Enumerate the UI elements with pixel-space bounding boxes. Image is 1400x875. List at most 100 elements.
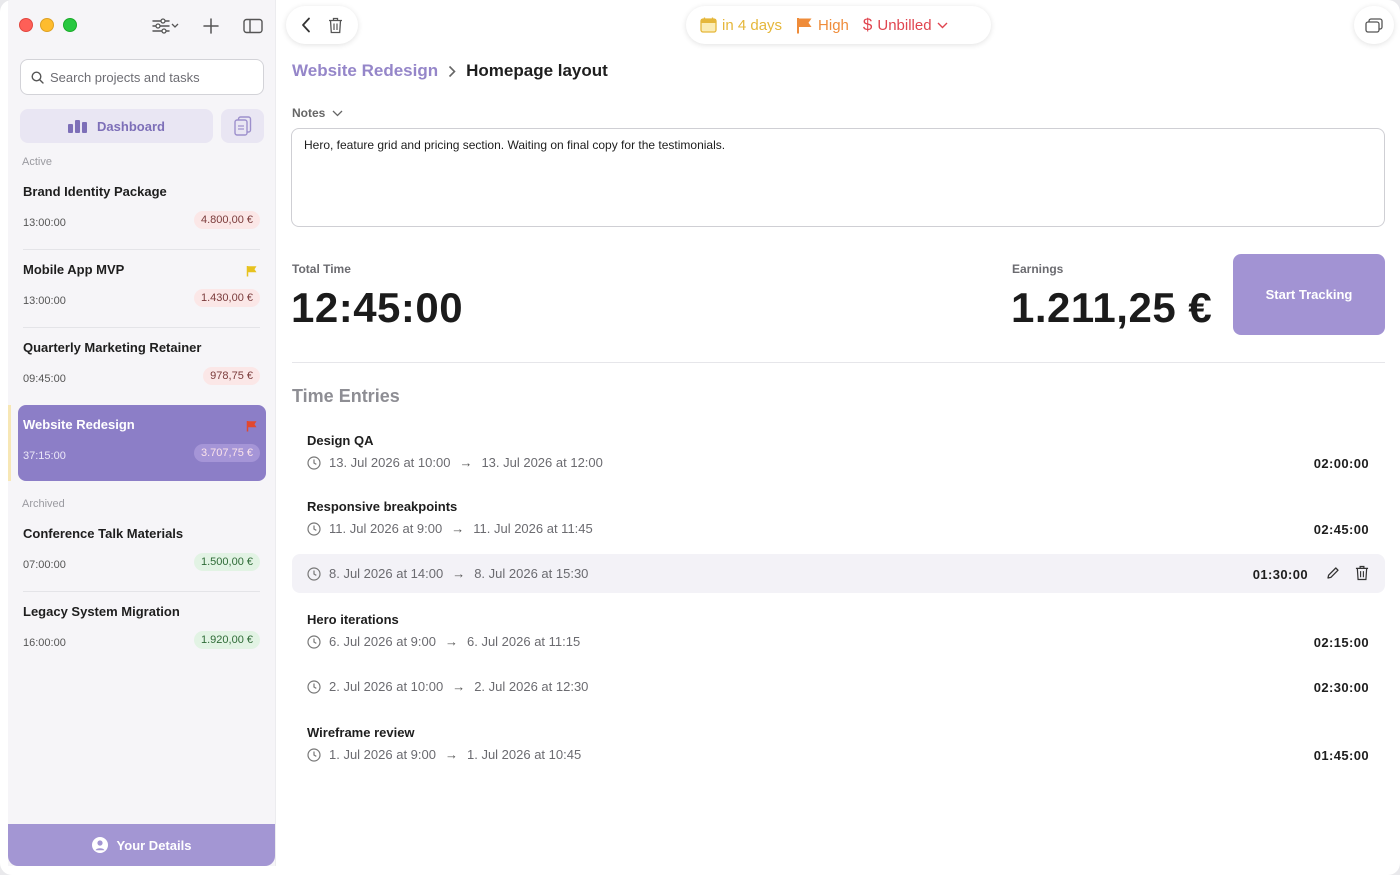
- project-item[interactable]: Conference Talk Materials 07:00:00 1.500…: [18, 514, 266, 592]
- due-date-label: in 4 days: [722, 16, 783, 34]
- time-entry[interactable]: Design QA 13. Jul 2026 at 10:00 → 13. Ju…: [292, 425, 1385, 475]
- billing-status-dropdown[interactable]: $ Unbilled: [863, 15, 948, 35]
- notes-toggle[interactable]: Notes: [292, 106, 343, 120]
- main-content: in 4 days High $ Unbilled Website Redesi…: [276, 0, 1400, 875]
- divider: [292, 362, 1385, 363]
- trash-icon: [329, 17, 343, 33]
- time-entry[interactable]: Wireframe review 1. Jul 2026 at 9:00 → 1…: [292, 717, 1385, 767]
- time-entry[interactable]: Responsive breakpoints 11. Jul 2026 at 9…: [292, 491, 1385, 541]
- edit-entry-button[interactable]: [1326, 566, 1340, 585]
- project-item[interactable]: Legacy System Migration 16:00:00 1.920,0…: [18, 592, 266, 668]
- time-entry[interactable]: Hero iterations 6. Jul 2026 at 9:00 → 6.…: [292, 604, 1385, 654]
- clipboard-icon: [233, 116, 251, 136]
- clock-icon: [307, 521, 321, 536]
- back-button[interactable]: [301, 17, 311, 33]
- clock-icon: [307, 566, 321, 581]
- project-item[interactable]: Mobile App MVP 13:00:00 1.430,00 €: [18, 250, 266, 328]
- project-amount-badge: 3.707,75 €: [194, 444, 260, 462]
- entry-range: 6. Jul 2026 at 9:00 → 6. Jul 2026 at 11:…: [307, 634, 580, 649]
- window-close-button[interactable]: [19, 18, 33, 32]
- entry-range: 2. Jul 2026 at 10:00 → 2. Jul 2026 at 12…: [307, 679, 588, 694]
- entry-end: 8. Jul 2026 at 15:30: [474, 566, 589, 581]
- clock-icon: [307, 455, 321, 470]
- entry-start: 13. Jul 2026 at 10:00: [329, 455, 451, 470]
- toggle-sidebar-button[interactable]: [242, 14, 264, 38]
- earnings-value: 1.211,25 €: [1011, 284, 1213, 331]
- arrow-right-icon: →: [452, 679, 466, 694]
- clock-icon: [307, 747, 321, 762]
- clock-icon: [307, 634, 321, 649]
- copy-button[interactable]: [221, 109, 264, 143]
- project-item-selected[interactable]: Website Redesign 37:15:00 3.707,75 €: [18, 405, 266, 481]
- earnings-label: Earnings: [1012, 262, 1064, 276]
- dollar-icon: $: [862, 15, 873, 34]
- project-item[interactable]: Quarterly Marketing Retainer 09:45:00 97…: [18, 328, 266, 404]
- project-time: 37:15:00: [23, 450, 66, 462]
- archived-section-label: Archived: [22, 498, 65, 510]
- project-item[interactable]: Brand Identity Package 13:00:00 4.800,00…: [18, 172, 266, 250]
- breadcrumb: Website Redesign Homepage layout: [292, 61, 608, 81]
- entry-title: Design QA: [307, 433, 374, 448]
- search-input[interactable]: [50, 69, 250, 85]
- clock-icon: [307, 679, 321, 694]
- time-entry[interactable]: 2. Jul 2026 at 10:00 → 2. Jul 2026 at 12…: [292, 667, 1385, 707]
- entry-range: 8. Jul 2026 at 14:00 → 8. Jul 2026 at 15…: [307, 566, 588, 581]
- arrow-right-icon: →: [444, 634, 458, 649]
- entry-duration: 01:45:00: [1313, 748, 1369, 763]
- time-entry-hovered[interactable]: 8. Jul 2026 at 14:00 → 8. Jul 2026 at 15…: [292, 554, 1385, 593]
- project-name: Conference Talk Materials: [23, 526, 184, 541]
- window-minimize-button[interactable]: [40, 18, 54, 32]
- project-amount-badge: 1.920,00 €: [194, 631, 260, 649]
- project-name: Mobile App MVP: [23, 262, 125, 277]
- entry-end: 6. Jul 2026 at 11:15: [466, 634, 581, 649]
- project-amount-badge: 1.500,00 €: [194, 553, 260, 571]
- entry-start: 11. Jul 2026 at 9:00: [329, 521, 443, 536]
- sidebar: Dashboard Active Brand Identity Package …: [8, 0, 276, 866]
- window-zoom-button[interactable]: [63, 18, 77, 32]
- project-amount-badge: 1.430,00 €: [194, 289, 260, 307]
- entry-range: 1. Jul 2026 at 9:00 → 1. Jul 2026 at 10:…: [307, 747, 581, 762]
- chevron-down-icon: [332, 110, 343, 116]
- pencil-icon: [1327, 567, 1339, 579]
- entry-start: 1. Jul 2026 at 9:00: [329, 747, 436, 762]
- project-name: Legacy System Migration: [23, 604, 180, 619]
- app-window: Dashboard Active Brand Identity Package …: [0, 0, 1400, 875]
- filter-menu-button[interactable]: [148, 14, 182, 38]
- notes-label: Notes: [292, 106, 326, 120]
- entry-range: 13. Jul 2026 at 10:00 → 13. Jul 2026 at …: [307, 455, 603, 470]
- window-mode-button[interactable]: [1354, 6, 1394, 44]
- notes-textarea[interactable]: Hero, feature grid and pricing section. …: [291, 128, 1385, 227]
- project-time: 16:00:00: [23, 637, 66, 649]
- start-tracking-button[interactable]: Start Tracking: [1233, 254, 1385, 335]
- entry-title: Responsive breakpoints: [307, 499, 458, 514]
- breadcrumb-parent-link[interactable]: Website Redesign: [292, 61, 438, 81]
- entry-duration: 01:30:00: [1252, 567, 1308, 582]
- arrow-right-icon: →: [451, 521, 465, 536]
- chevron-left-icon: [301, 17, 310, 33]
- delete-entry-button[interactable]: [1355, 565, 1369, 586]
- chevron-down-icon: [937, 22, 948, 28]
- billing-label: Unbilled: [877, 16, 932, 34]
- priority-button[interactable]: High: [796, 17, 849, 34]
- search-field[interactable]: [20, 59, 264, 95]
- entry-title: Wireframe review: [307, 725, 415, 740]
- your-details-button[interactable]: Your Details: [8, 824, 275, 866]
- due-date-button[interactable]: in 4 days: [700, 17, 782, 34]
- trash-icon: [1355, 565, 1369, 581]
- entry-duration: 02:00:00: [1313, 456, 1369, 471]
- your-details-label: Your Details: [116, 837, 192, 853]
- add-project-button[interactable]: [201, 14, 221, 38]
- entry-end: 1. Jul 2026 at 10:45: [466, 747, 582, 762]
- entry-duration: 02:15:00: [1313, 635, 1369, 650]
- dashboard-button[interactable]: Dashboard: [20, 109, 213, 143]
- project-time: 07:00:00: [23, 559, 66, 571]
- entry-end: 11. Jul 2026 at 11:45: [473, 521, 593, 536]
- flag-icon: [246, 421, 257, 432]
- priority-label: High: [818, 16, 849, 34]
- project-name: Quarterly Marketing Retainer: [23, 340, 202, 355]
- delete-task-button[interactable]: [328, 17, 343, 34]
- active-section-label: Active: [22, 156, 52, 168]
- project-time: 13:00:00: [23, 217, 66, 229]
- project-name: Brand Identity Package: [23, 184, 167, 199]
- sliders-icon: [152, 18, 179, 34]
